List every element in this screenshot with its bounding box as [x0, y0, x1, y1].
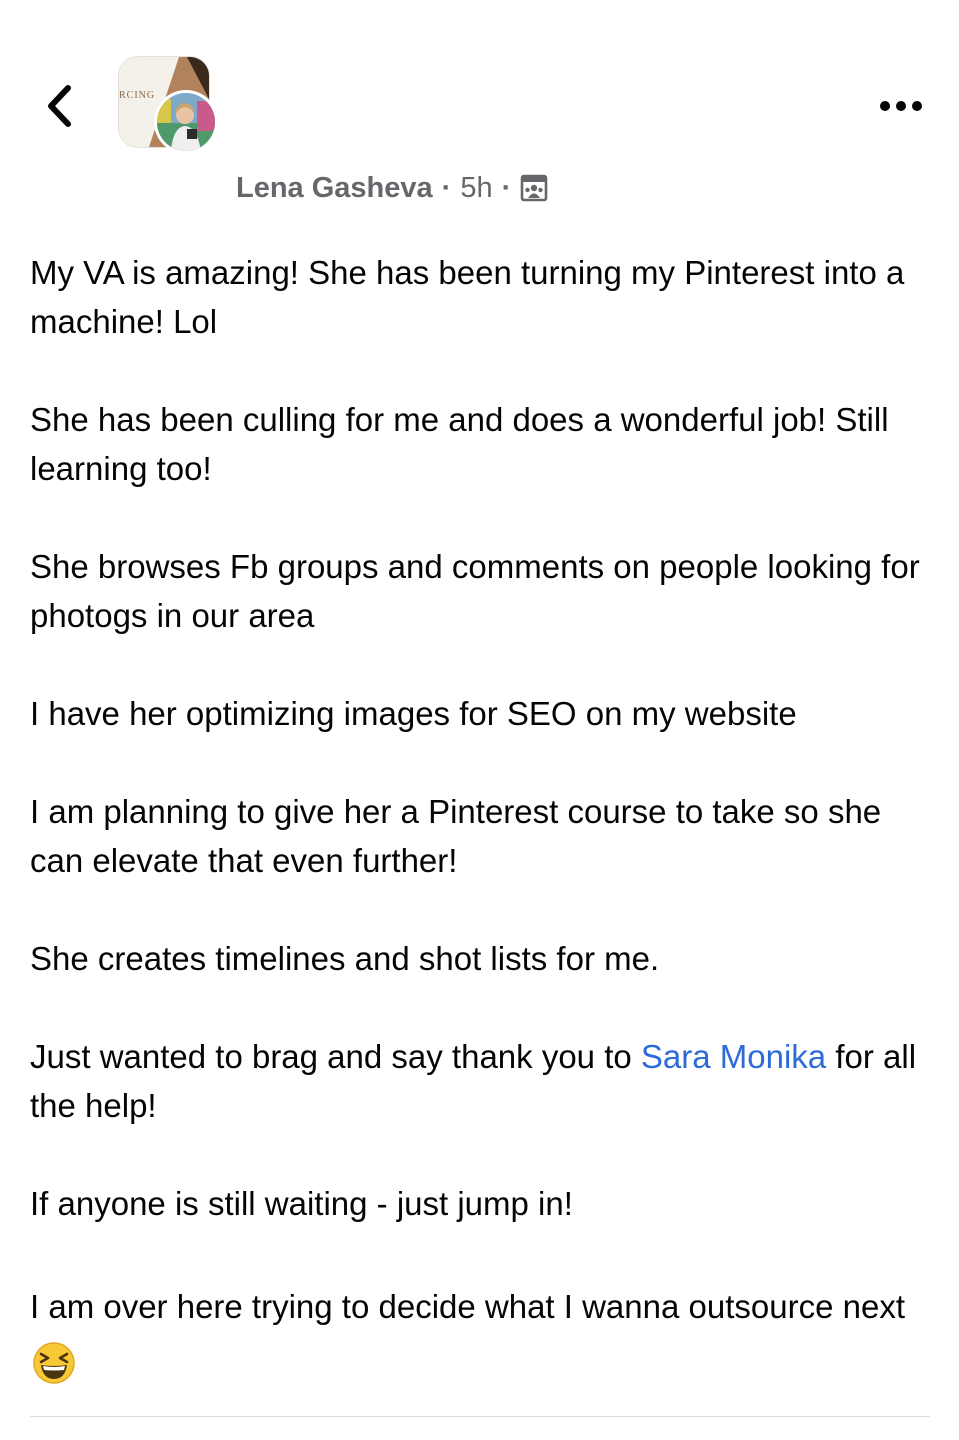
meta-separator: ·: [501, 171, 512, 204]
thanks-text-before: Just wanted to brag and say thank you to: [30, 1038, 641, 1075]
meta-separator: ·: [441, 171, 452, 204]
post-paragraph: She creates timelines and shot lists for…: [30, 940, 660, 977]
post-paragraph: She browses Fb groups and comments on pe…: [30, 548, 920, 634]
post-paragraph: I am planning to give her a Pinterest co…: [30, 793, 882, 879]
author-avatar[interactable]: [154, 90, 218, 154]
author-name[interactable]: Lena Gasheva: [236, 172, 433, 205]
post-time[interactable]: 5h: [460, 172, 492, 205]
post-meta: Lena Gasheva · 5h ·: [236, 168, 548, 208]
back-button[interactable]: [34, 78, 84, 134]
mention-link[interactable]: Sara Monika: [641, 1038, 826, 1075]
laughing-squint-emoji-icon: [32, 1341, 76, 1385]
post-paragraph-closing: I am over here trying to decide what I w…: [30, 1277, 930, 1395]
author-photo: [157, 93, 215, 151]
post-header: RCING: [0, 0, 959, 170]
chevron-left-icon: [48, 85, 71, 127]
post-paragraph: If anyone is still waiting - just jump i…: [30, 1185, 573, 1222]
post-paragraph: I have her optimizing images for SEO on …: [30, 695, 797, 732]
post-paragraph-thanks: Just wanted to brag and say thank you to…: [30, 1032, 930, 1130]
group-members-icon: [520, 174, 548, 202]
more-horizontal-icon: [880, 101, 922, 111]
more-options-button[interactable]: [873, 86, 929, 126]
post-divider: [30, 1416, 930, 1417]
post-text: My VA is amazing! She has been turning m…: [30, 248, 930, 1395]
post-paragraph: My VA is amazing! She has been turning m…: [30, 254, 905, 340]
closing-text: I am over here trying to decide what I w…: [30, 1288, 905, 1325]
group-logo-text: RCING: [119, 90, 156, 101]
post-paragraph: She has been culling for me and does a w…: [30, 401, 889, 487]
